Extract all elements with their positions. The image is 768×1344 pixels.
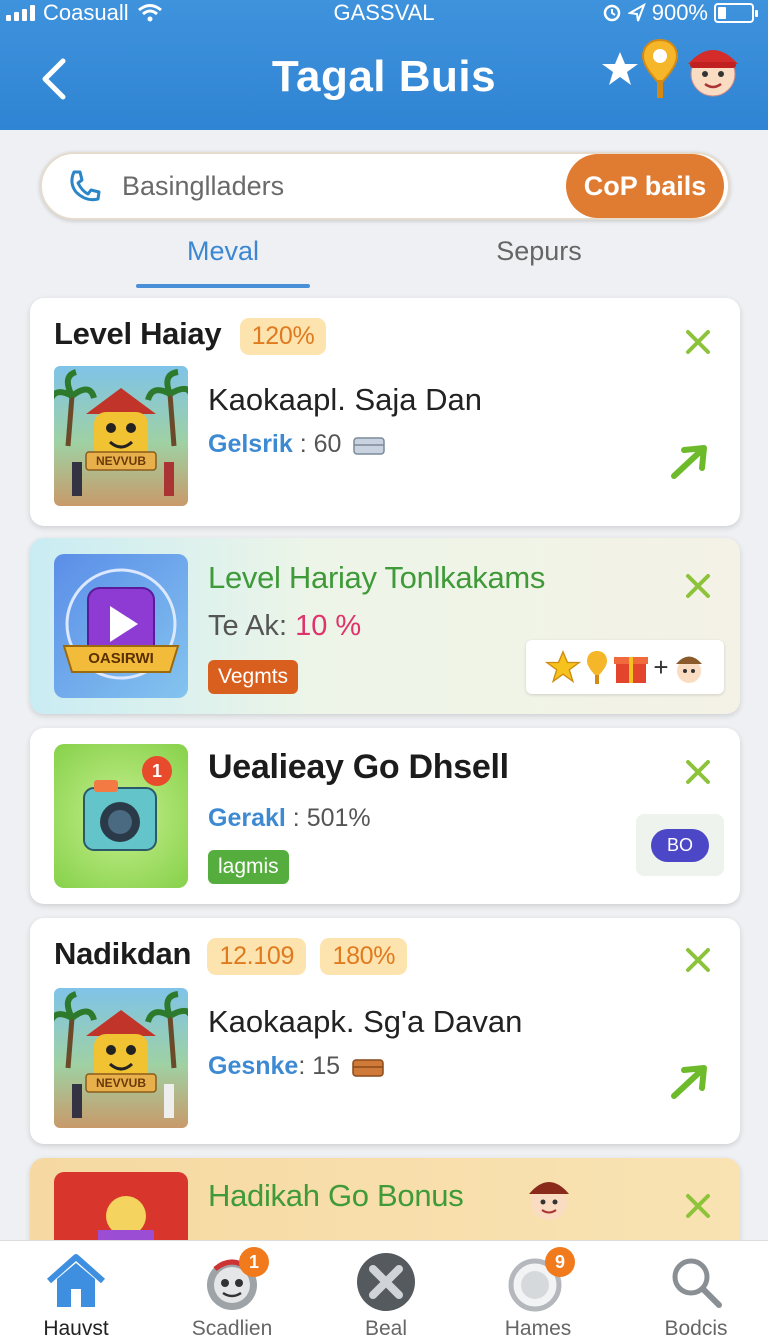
battery-icon [714, 3, 758, 23]
nav-label: Bodcis [664, 1317, 728, 1340]
item-meta: Gerakl : 501% [208, 804, 371, 832]
search-bar: CoP bails [40, 152, 730, 220]
search-icon [672, 1258, 722, 1308]
card-title-text: Nadikdan [54, 936, 192, 971]
close-icon [686, 1194, 710, 1218]
mascot-avatar-icon [529, 1182, 569, 1220]
chest-icon [352, 1059, 384, 1078]
meta-key: Gesnke [208, 1052, 299, 1080]
percent-pill: 180% [320, 938, 408, 975]
play-icon [62, 568, 180, 680]
side-button-container: BO [636, 814, 724, 876]
mascot-avatar-icon [675, 656, 702, 683]
notification-badge: 1 [239, 1247, 269, 1277]
nav-hames[interactable]: 9 Hames [478, 1247, 598, 1341]
mascot-avatar-icon[interactable] [680, 36, 746, 102]
alarm-icon [603, 4, 620, 22]
search-action-button[interactable]: CoP bails [566, 154, 724, 218]
close-icon [686, 574, 710, 598]
close-circle-icon [357, 1253, 415, 1311]
nav-label: Hauvst [43, 1317, 109, 1340]
status-bar: Coasuall GASSVAL 900% [0, 0, 768, 26]
game-thumbnail[interactable]: NEVVUB [54, 366, 188, 506]
app-header: Coasuall GASSVAL 900% Tagal Buis [0, 0, 768, 130]
list-card[interactable]: Level Haiay 120% NEVVUB Kaokaapl. Saja D… [30, 298, 740, 526]
tag-chip: lagmis [208, 850, 289, 884]
tab-meval[interactable]: Meval [136, 236, 310, 288]
thumbnail-label: NEVVUB [95, 454, 146, 468]
map-pin-icon [587, 651, 608, 684]
meta-value: 60 [313, 430, 342, 458]
nav-bodcis[interactable]: Bodcis [636, 1251, 756, 1341]
star-icon[interactable] [600, 49, 640, 89]
card-title: Level Haiay 120% [54, 316, 327, 355]
list-card[interactable]: 1 Uealieay Go Dhsell Gerakl : 501% lagmi… [30, 728, 740, 904]
card-title: Uealieay Go Dhsell [208, 748, 509, 786]
close-icon [686, 330, 710, 354]
close-button[interactable] [678, 940, 718, 980]
status-right: 900% [602, 0, 758, 26]
home-icon [47, 1254, 105, 1307]
item-meta: Te Ak: 10 % [208, 610, 362, 642]
nav-scadlien[interactable]: 1 Scadlien [172, 1247, 292, 1341]
item-name: Kaokaapk. Sg'a Davan [208, 1004, 523, 1039]
nav-label: Beal [364, 1317, 408, 1340]
nav-label: Scadlien [191, 1317, 273, 1340]
item-meta: Gesnke: 15 [208, 1052, 385, 1081]
nav-label: Hames [504, 1317, 572, 1340]
meta-value: 15 [312, 1052, 341, 1080]
nav-beal[interactable]: Beal [326, 1251, 446, 1341]
reward-icons: + [526, 640, 724, 694]
percent-pill: 120% [239, 318, 327, 355]
search-input[interactable] [122, 166, 542, 206]
meta-key: Te Ak [208, 610, 279, 642]
thumbnail-label: OASIRWI [88, 650, 154, 667]
card-title: Nadikdan 12.109 180% [54, 936, 408, 975]
map-pin-icon[interactable] [640, 36, 680, 102]
battery-percent: 900% [651, 0, 708, 25]
tab-sepurs[interactable]: Sepurs [452, 236, 626, 286]
arrow-right-icon[interactable] [670, 1062, 710, 1102]
meta-value: 10 % [295, 610, 362, 642]
meta-value: 501% [306, 804, 371, 832]
close-button[interactable] [678, 566, 718, 606]
close-button[interactable] [678, 752, 718, 792]
list-card[interactable]: OASIRWI Level Hariay Tonlkakams Te Ak: 1… [30, 538, 740, 714]
gift-icon [614, 657, 649, 683]
plus-icon: + [653, 651, 669, 682]
palm-tree-icon [54, 369, 188, 496]
meta-key: Gerakl [208, 804, 286, 832]
close-button[interactable] [678, 1186, 718, 1226]
star-icon [545, 649, 582, 684]
thumbnail-label: NEVVUB [95, 1076, 146, 1090]
side-button[interactable]: BO [650, 828, 709, 862]
card-title-text: Level Haiay [54, 316, 222, 351]
phone-icon [70, 170, 101, 202]
notification-badge: 1 [142, 756, 172, 786]
item-name: Kaokaapl. Saja Dan [208, 382, 483, 417]
location-icon [627, 3, 646, 22]
value-pill: 12.109 [207, 938, 307, 975]
card-title: Level Hariay Tonlkakams [208, 560, 546, 595]
item-meta: Gelsrik : 60 [208, 430, 386, 459]
arrow-right-icon[interactable] [670, 442, 710, 482]
meta-key: Gelsrik [208, 430, 293, 458]
list-card[interactable]: Nadikdan 12.109 180% NEVVUB Kaokaapk. Sg… [30, 918, 740, 1144]
tag-chip: Vegmts [208, 660, 299, 694]
game-thumbnail[interactable]: NEVVUB [54, 988, 188, 1128]
close-icon [686, 760, 710, 784]
palm-tree-icon [54, 991, 188, 1118]
notification-badge: 9 [545, 1247, 575, 1277]
header-icons [600, 36, 746, 102]
card-title: Hadikah Go Bonus [208, 1178, 464, 1213]
chest-icon [353, 437, 386, 456]
nav-home[interactable]: Hauvst [16, 1251, 136, 1341]
camera-thumbnail[interactable]: 1 [54, 744, 188, 888]
close-icon [686, 948, 710, 972]
bottom-nav: Hauvst 1 Scadlien Beal 9 Hames Bodcis [0, 1240, 768, 1344]
video-thumbnail[interactable]: OASIRWI [54, 554, 188, 698]
close-button[interactable] [678, 322, 718, 362]
